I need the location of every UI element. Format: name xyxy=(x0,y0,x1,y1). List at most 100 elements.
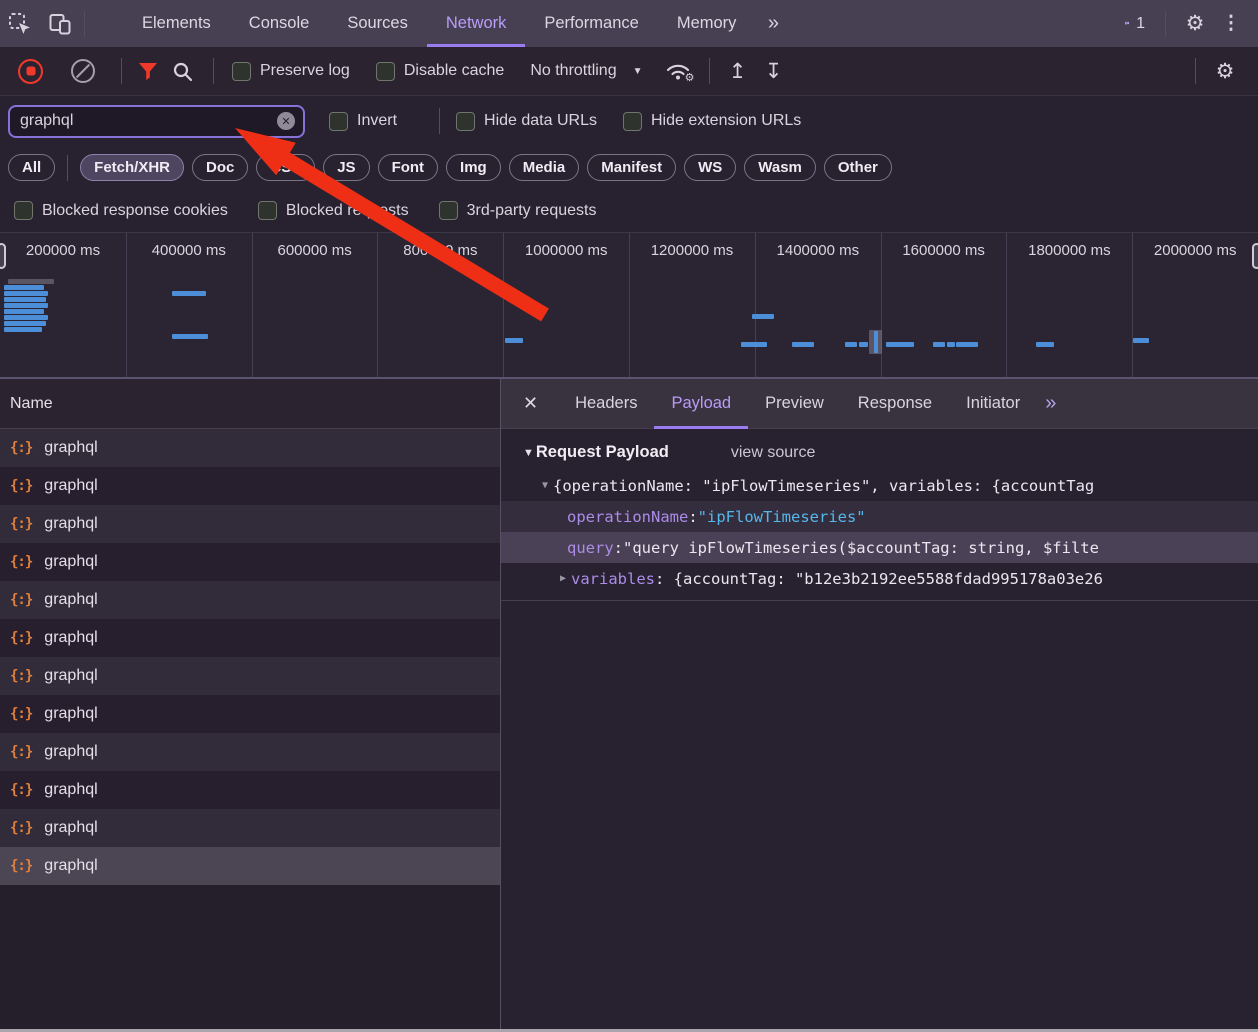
preserve-log-label[interactable]: Preserve log xyxy=(260,62,350,80)
details-tab[interactable]: Response xyxy=(841,379,949,429)
timeline-tick-label: 200000 ms xyxy=(0,242,126,259)
disable-cache-checkbox[interactable]: Disable cache xyxy=(376,62,505,81)
waterfall-bar xyxy=(845,342,857,347)
collapse-caret-icon[interactable]: ▼ xyxy=(523,447,534,459)
filter-icon[interactable] xyxy=(138,62,158,81)
resource-type-chip[interactable]: Font xyxy=(378,154,438,181)
request-row[interactable]: {:} graphql xyxy=(0,771,500,809)
caret-right-icon[interactable]: ▶ xyxy=(555,573,571,584)
request-row[interactable]: {:} graphql xyxy=(0,581,500,619)
more-panels-icon[interactable]: » xyxy=(755,0,789,47)
device-toolbar-icon[interactable] xyxy=(40,0,80,47)
hide-data-urls-label[interactable]: Hide data URLs xyxy=(484,112,597,130)
checkbox-box[interactable] xyxy=(376,62,395,81)
inspect-element-icon[interactable] xyxy=(0,0,40,47)
resource-type-chip[interactable]: JS xyxy=(323,154,369,181)
divider xyxy=(709,58,710,84)
request-row[interactable]: {:} graphql xyxy=(0,657,500,695)
divider xyxy=(213,58,214,84)
filter-checkbox-label[interactable]: 3rd-party requests xyxy=(467,202,597,220)
payload-tree-row[interactable]: query: "query ipFlowTimeseries($accountT… xyxy=(501,532,1258,563)
import-har-icon[interactable]: ↥ xyxy=(720,59,756,84)
hide-data-urls-checkbox[interactable]: Hide data URLs xyxy=(456,112,597,131)
request-row[interactable]: {:} graphql xyxy=(0,619,500,657)
details-tab[interactable]: Preview xyxy=(748,379,841,429)
more-detail-tabs-icon[interactable]: » xyxy=(1037,392,1062,415)
settings-gear-icon[interactable]: ⚙ xyxy=(1176,0,1214,47)
request-name: graphql xyxy=(44,819,97,837)
chevrons-right-icon: » xyxy=(768,12,777,35)
clear-filter-icon[interactable]: ✕ xyxy=(277,112,295,130)
resource-type-chip[interactable]: All xyxy=(8,154,55,181)
network-settings-gear-icon[interactable]: ⚙ xyxy=(1206,59,1244,84)
payload-token: variables xyxy=(571,570,655,588)
panel-tab[interactable]: Sources xyxy=(328,0,427,47)
request-row[interactable]: {:} graphql xyxy=(0,847,500,885)
request-row[interactable]: {:} graphql xyxy=(0,429,500,467)
filter-checkbox-label[interactable]: Blocked requests xyxy=(286,202,409,220)
panel-tab[interactable]: Console xyxy=(230,0,329,47)
request-row[interactable]: {:} graphql xyxy=(0,809,500,847)
resource-type-chip[interactable]: CSS xyxy=(256,154,315,181)
request-row[interactable]: {:} graphql xyxy=(0,695,500,733)
request-row[interactable]: {:} graphql xyxy=(0,505,500,543)
panel-tab[interactable]: Memory xyxy=(658,0,756,47)
details-tab[interactable]: Initiator xyxy=(949,379,1037,429)
payload-tree-row[interactable]: operationName: "ipFlowTimeseries" xyxy=(501,501,1258,532)
resource-type-chip[interactable]: Other xyxy=(824,154,892,181)
waterfall-bar xyxy=(752,314,774,319)
resource-type-chip[interactable]: Img xyxy=(446,154,501,181)
invert-checkbox[interactable]: Invert xyxy=(329,112,397,131)
request-name: graphql xyxy=(44,667,97,685)
panel-tab[interactable]: Elements xyxy=(123,0,230,47)
disable-cache-label[interactable]: Disable cache xyxy=(404,62,505,80)
kebab-menu-icon[interactable]: ⋮ xyxy=(1214,0,1248,47)
preserve-log-checkbox[interactable]: Preserve log xyxy=(232,62,350,81)
invert-label[interactable]: Invert xyxy=(357,112,397,130)
request-name: graphql xyxy=(44,743,97,761)
resource-type-chip[interactable]: Doc xyxy=(192,154,248,181)
network-conditions-icon[interactable]: ⚙ xyxy=(665,61,691,81)
filter-checkbox[interactable]: Blocked response cookies xyxy=(14,201,228,220)
close-details-icon[interactable]: ✕ xyxy=(501,393,558,414)
payload-token: "query ipFlowTimeseries($accountTag: str… xyxy=(623,539,1099,557)
details-tab[interactable]: Payload xyxy=(654,379,748,429)
timeline-tick-label: 1800000 ms xyxy=(1006,242,1132,259)
issues-counter-button[interactable]: 1 xyxy=(1115,0,1155,47)
name-column-header[interactable]: Name xyxy=(0,379,500,429)
caret-down-icon[interactable]: ▼ xyxy=(537,480,553,491)
panel-tab[interactable]: Network xyxy=(427,0,526,47)
panel-tab[interactable]: Performance xyxy=(525,0,657,47)
filter-checkbox[interactable]: Blocked requests xyxy=(258,201,409,220)
record-network-log-icon[interactable] xyxy=(18,59,71,84)
resource-type-chip[interactable]: Wasm xyxy=(744,154,816,181)
checkbox-box[interactable] xyxy=(232,62,251,81)
filter-checkbox[interactable]: 3rd-party requests xyxy=(439,201,597,220)
filter-checkbox-label[interactable]: Blocked response cookies xyxy=(42,202,228,220)
filter-input-box[interactable]: ✕ xyxy=(8,105,305,138)
throttling-value[interactable]: No throttling xyxy=(530,62,616,80)
payload-tree-row[interactable]: ▶variables: {accountTag: "b12e3b2192ee55… xyxy=(501,563,1258,594)
search-icon[interactable] xyxy=(172,61,193,82)
resource-type-chip[interactable]: Media xyxy=(509,154,580,181)
payload-tree-row[interactable]: ▼{operationName: "ipFlowTimeseries", var… xyxy=(501,470,1258,501)
request-row[interactable]: {:} graphql xyxy=(0,543,500,581)
requests-table: Name {:} graphql {:} graphql {:} graphql… xyxy=(0,379,501,1029)
json-request-icon: {:} xyxy=(10,630,32,646)
details-tab[interactable]: Headers xyxy=(558,379,654,429)
hide-extension-urls-label[interactable]: Hide extension URLs xyxy=(651,112,801,130)
hide-extension-urls-checkbox[interactable]: Hide extension URLs xyxy=(623,112,801,131)
throttling-select[interactable]: No throttling ▼ xyxy=(530,62,642,80)
resource-type-chip[interactable]: Manifest xyxy=(587,154,676,181)
request-row[interactable]: {:} graphql xyxy=(0,733,500,771)
export-har-icon[interactable]: ↧ xyxy=(756,59,792,84)
resource-type-chip[interactable]: Fetch/XHR xyxy=(80,154,184,181)
resource-type-chip[interactable]: WS xyxy=(684,154,736,181)
view-source-link[interactable]: view source xyxy=(731,444,815,462)
timeline-gridline xyxy=(1006,233,1007,377)
request-row[interactable]: {:} graphql xyxy=(0,467,500,505)
timeline-overview[interactable]: 200000 ms400000 ms600000 ms800000 ms1000… xyxy=(0,232,1258,379)
clear-network-log-icon[interactable] xyxy=(71,59,111,83)
request-payload-title: Request Payload xyxy=(536,443,669,462)
filter-input[interactable] xyxy=(20,112,277,130)
